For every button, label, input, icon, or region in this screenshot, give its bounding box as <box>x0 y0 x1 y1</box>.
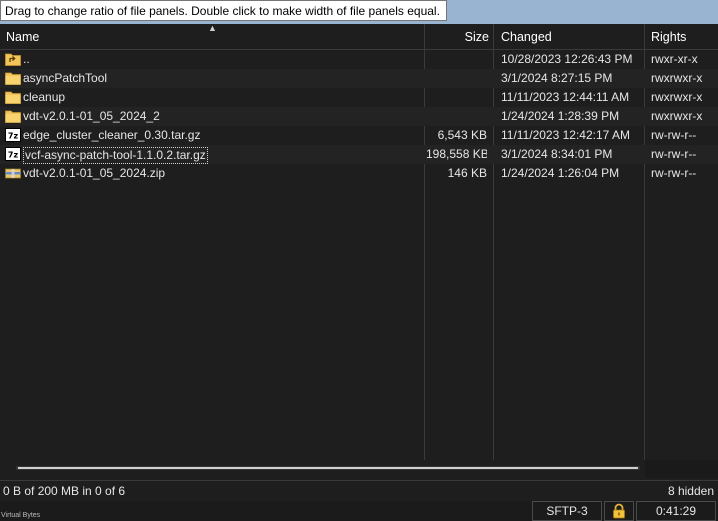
folder-icon <box>5 90 21 104</box>
column-header-changed[interactable]: Changed <box>495 24 644 50</box>
file-list-header: Name Size Changed Rights <box>0 24 718 50</box>
session-status-bar: SFTP-3 0:41:29 <box>0 501 718 521</box>
focused-file-name: vcf-async-patch-tool-1.1.0.2.tar.gz <box>23 147 208 164</box>
file-row[interactable]: .. 10/28/2023 12:26:43 PM rwxr-xr-x <box>0 50 718 69</box>
file-size <box>426 88 487 107</box>
protocol-indicator[interactable]: SFTP-3 <box>532 501 602 521</box>
file-row[interactable]: cleanup 11/11/2023 12:44:11 AM rwxrwxr-x <box>0 88 718 107</box>
selection-status-bar: 0 B of 200 MB in 0 of 6 8 hidden <box>0 480 718 500</box>
svg-text:7z: 7z <box>8 132 19 141</box>
file-rights: rwxrwxr-x <box>651 109 703 123</box>
file-changed: 3/1/2024 8:27:15 PM <box>501 71 613 85</box>
file-rights: rw-rw-r-- <box>651 166 697 180</box>
session-timer: 0:41:29 <box>636 501 716 521</box>
encryption-lock[interactable] <box>604 501 634 521</box>
file-row[interactable]: 7z edge_cluster_cleaner_0.30.tar.gz 6,543 … <box>0 126 718 145</box>
file-rights: rw-rw-r-- <box>651 147 697 161</box>
folder-icon <box>5 71 21 85</box>
tiny-status-label: Virtual Bytes <box>1 512 41 519</box>
parent-dir-icon <box>5 52 21 66</box>
file-size <box>426 107 487 126</box>
sort-ascending-icon: ▲ <box>208 23 217 33</box>
file-size <box>426 69 487 88</box>
file-changed: 11/11/2023 12:44:11 AM <box>501 90 630 104</box>
column-header-size[interactable]: Size <box>424 24 493 50</box>
file-changed: 1/24/2024 1:26:04 PM <box>501 166 620 180</box>
splitter-tooltip: Drag to change ratio of file panels. Dou… <box>0 0 447 21</box>
svg-text:7z: 7z <box>8 151 19 160</box>
file-name: .. <box>23 52 30 66</box>
file-name: cleanup <box>23 90 66 104</box>
file-changed: 1/24/2024 1:28:39 PM <box>501 109 620 123</box>
lock-icon <box>613 503 625 519</box>
file-changed: 10/28/2023 12:26:43 PM <box>501 52 633 66</box>
zip-archive-icon <box>5 166 21 180</box>
file-name: asyncPatchTool <box>23 71 108 85</box>
file-changed: 3/1/2024 8:34:01 PM <box>501 147 613 161</box>
file-row[interactable]: vdt-v2.0.1-01_05_2024_2 1/24/2024 1:28:39… <box>0 107 718 126</box>
file-name: vdt-v2.0.1-01_05_2024_2 <box>23 109 160 123</box>
folder-icon <box>5 109 21 123</box>
horizontal-scrollbar[interactable] <box>0 460 718 478</box>
file-name: vcf-async-patch-tool-1.1.0.2.tar.gz <box>23 146 421 165</box>
file-rights: rw-rw-r-- <box>651 128 697 142</box>
file-row[interactable]: 7z vcf-async-patch-tool-1.1.0.2.tar.gz 198… <box>0 145 718 164</box>
file-row[interactable]: vdt-v2.0.1-01_05_2024.zip 146 KB 1/24/2024… <box>0 164 718 183</box>
file-size: 6,543 KB <box>437 128 487 142</box>
file-rights: rwxrwxr-x <box>651 71 703 85</box>
file-changed: 11/11/2023 12:42:17 AM <box>501 128 630 142</box>
scrollbar-corner <box>645 460 718 478</box>
file-size <box>426 50 487 69</box>
file-size: 198,558 KB <box>426 147 487 161</box>
file-name: vdt-v2.0.1-01_05_2024.zip <box>23 166 166 180</box>
column-header-rights[interactable]: Rights <box>645 24 718 50</box>
file-row[interactable]: asyncPatchTool 3/1/2024 8:27:15 PM rwxrwxr… <box>0 69 718 88</box>
file-size: 146 KB <box>447 166 487 180</box>
file-rights: rwxrwxr-x <box>651 90 703 104</box>
selection-summary: 0 B of 200 MB in 0 of 6 <box>3 484 126 498</box>
7z-archive-icon: 7z <box>5 147 21 161</box>
hidden-files-count[interactable]: 8 hidden <box>668 484 714 498</box>
7z-archive-icon: 7z <box>5 128 21 142</box>
scrollbar-thumb[interactable] <box>18 467 638 469</box>
file-rights: rwxr-xr-x <box>651 52 698 66</box>
file-name: edge_cluster_cleaner_0.30.tar.gz <box>23 128 201 142</box>
